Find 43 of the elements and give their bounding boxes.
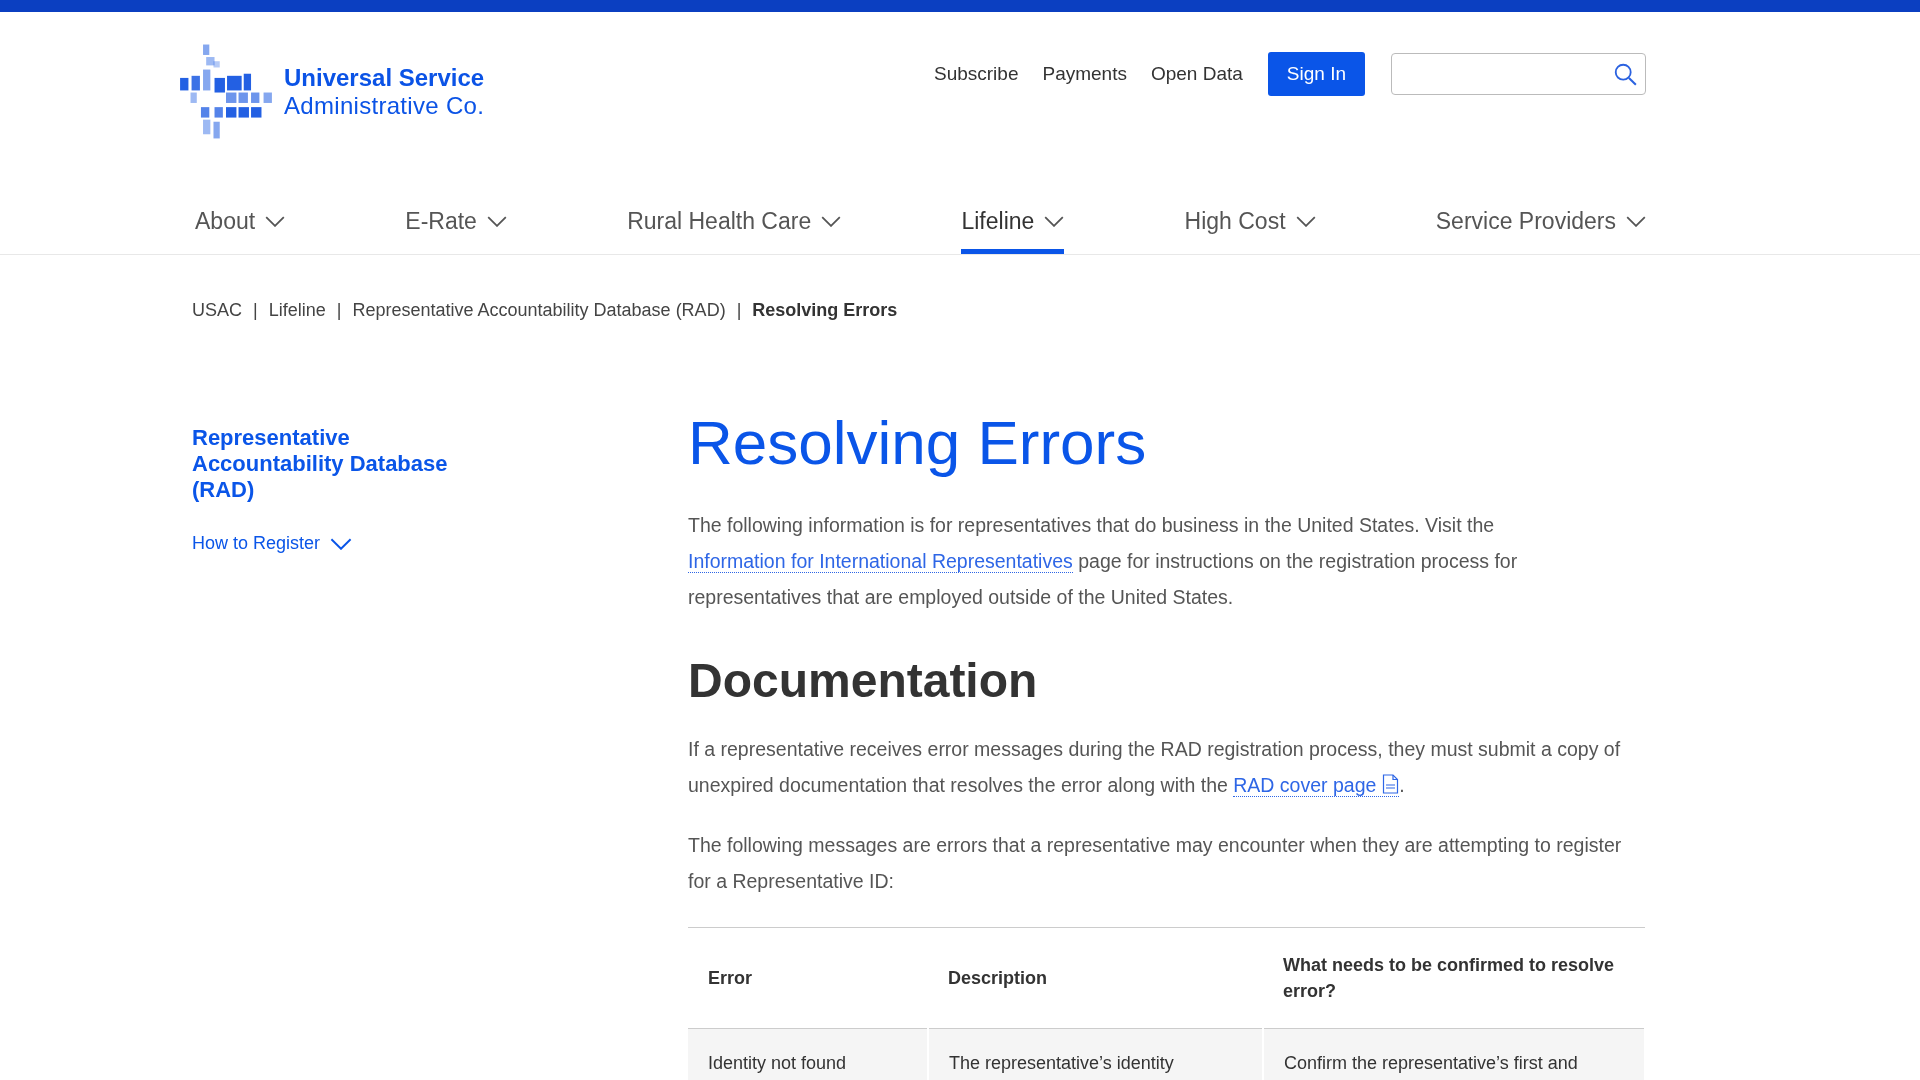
logo-text[interactable]: Administrative Co. [284, 92, 485, 120]
table-cell: Identity not found [688, 1028, 928, 1080]
breadcrumb-link[interactable]: Lifeline [268, 299, 326, 321]
text-link[interactable]: RAD cover page [1233, 774, 1400, 797]
sidebar-menu-item[interactable]: How to Register [192, 533, 353, 554]
page-title: Resolving Errors [688, 407, 1148, 479]
utility-link[interactable]: Open Data [1150, 63, 1243, 85]
pdf-file-icon [1382, 774, 1400, 794]
logo-text[interactable]: Universal Service [284, 64, 485, 92]
breadcrumb-separator: | [736, 299, 742, 321]
nav-menu-item[interactable]: Lifeline [961, 196, 1065, 254]
search-icon[interactable] [1614, 62, 1637, 86]
chevron-down-icon [1626, 216, 1646, 227]
chevron-down-icon [821, 216, 842, 227]
text-link[interactable]: Information for International Representatives [688, 550, 1073, 573]
breadcrumb-link[interactable]: USAC [192, 299, 242, 321]
column-header: Description [928, 927, 1263, 1029]
nav-menu-item[interactable]: Service Providers [1435, 196, 1646, 254]
utility-link[interactable]: Subscribe [933, 63, 1019, 85]
paragraph: The following information is for representatives that do business in the United States. Visit the Information for International Representatives page for instructions on the registration process for representatives that are employed outside of the United States. [688, 513, 1519, 610]
table-cell: Confirm the representative’s first and [1263, 1028, 1645, 1080]
chevron-down-icon [486, 216, 507, 227]
nav-menu-item[interactable]: About [195, 196, 286, 254]
paragraph: The following messages are errors that a representative may encounter when they are attempting to register for a Representative ID: [688, 833, 1623, 894]
utility-link[interactable]: Payments [1042, 63, 1127, 85]
current-page-crumb[interactable]: Resolving Errors [752, 299, 898, 321]
table-cell: The representative’s identity [928, 1028, 1263, 1080]
search-field[interactable] [1391, 53, 1646, 95]
nav-menu-item[interactable]: High Cost [1184, 196, 1316, 254]
sidebar-title-link[interactable]: Representative Accountability Database (RAD) [192, 425, 482, 503]
sign-in-button[interactable]: Sign In [1267, 52, 1365, 96]
breadcrumb-link[interactable]: Representative Accountability Database (RAD) [352, 299, 726, 321]
paragraph: If a representative receives error messages during the RAD registration process, they must submit a copy of unexpired documentation that resolves the error along with the RAD cover page . [688, 737, 1622, 799]
column-header: Error [688, 927, 928, 1029]
chevron-down-icon [265, 216, 286, 227]
chevron-down-icon [1295, 216, 1316, 227]
chevron-down-icon [1044, 216, 1065, 227]
nav-menu-item[interactable]: Rural Health Care [627, 196, 842, 254]
breadcrumb-separator: | [253, 299, 258, 321]
nav-menu-item[interactable]: E-Rate [405, 196, 507, 254]
column-header: What needs to be confirmed to resolve error? [1263, 927, 1645, 1029]
section-heading: Documentation [688, 653, 1039, 709]
breadcrumb-separator: | [336, 299, 342, 321]
